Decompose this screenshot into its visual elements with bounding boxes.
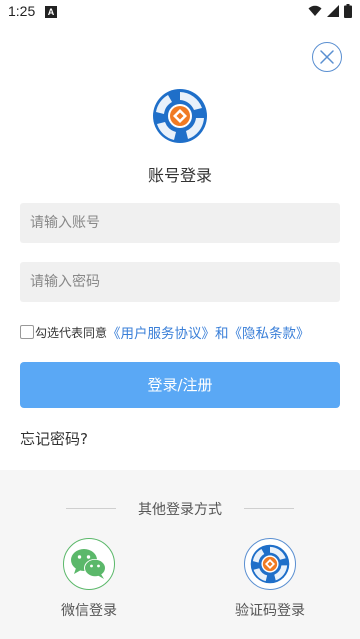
other-login-title: 其他登录方式 xyxy=(138,502,222,518)
agreement-prefix: 勾选代表同意 xyxy=(35,325,108,340)
login-register-button[interactable]: 登录/注册 xyxy=(20,362,340,408)
wechat-login-button[interactable] xyxy=(63,538,115,590)
wifi-icon xyxy=(308,5,322,16)
status-icons xyxy=(308,4,352,18)
sms-code-login-label: 验证码登录 xyxy=(235,603,305,619)
agreement-row: 勾选代表同意 《用户服务协议》 和 《隐私条款》 xyxy=(20,322,310,342)
privacy-policy-link[interactable]: 《隐私条款》 xyxy=(229,322,310,342)
wechat-login-label: 微信登录 xyxy=(61,603,117,619)
wechat-icon xyxy=(71,549,106,579)
battery-icon xyxy=(344,4,352,18)
status-time: 1:25 xyxy=(8,3,36,19)
app-logo xyxy=(152,88,208,144)
sms-code-login-button[interactable] xyxy=(244,538,296,590)
status-bar: 1:25 A xyxy=(0,0,360,24)
other-login-divider: 其他登录方式 xyxy=(0,499,360,518)
agreement-and: 和 xyxy=(215,326,229,342)
app-logo-icon xyxy=(153,89,207,143)
agreement-checkbox[interactable] xyxy=(20,325,34,339)
password-input[interactable] xyxy=(20,262,340,302)
close-button[interactable] xyxy=(312,42,342,72)
forgot-password-link[interactable]: 忘记密码? xyxy=(20,428,88,449)
user-agreement-link[interactable]: 《用户服务协议》 xyxy=(107,322,215,342)
a-notification-icon: A xyxy=(45,6,57,18)
account-input[interactable] xyxy=(20,203,340,243)
app-logo-icon xyxy=(250,544,290,584)
signal-icon xyxy=(327,5,339,17)
wechat-login-option[interactable]: 微信登录 xyxy=(44,538,134,620)
page-title: 账号登录 xyxy=(147,166,212,185)
divider-line-right xyxy=(244,508,294,509)
other-login-panel: 其他登录方式 微信登录 验证码登录 xyxy=(0,470,360,639)
sms-code-login-option[interactable]: 验证码登录 xyxy=(225,538,315,620)
close-icon xyxy=(320,50,334,64)
